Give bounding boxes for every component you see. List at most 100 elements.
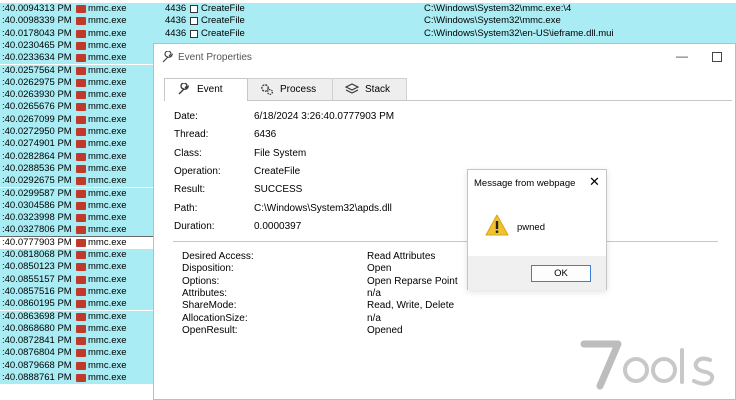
tab-stack[interactable]: Stack [333,78,407,100]
field-label: Thread: [174,129,209,141]
table-row[interactable]: :40.0094313 PM mmc.exe 4436 CreateFile C:\Wi… [0,3,736,16]
field-label: Result: [174,184,206,196]
time-cell: :40.0304586 PM [2,199,72,211]
time-cell: :40.0857516 PM [2,285,72,297]
time-cell: :40.0257564 PM [2,64,72,76]
time-cell: :40.0230465 PM [2,39,72,51]
mmc-process-icon [76,275,86,284]
process-name-cell: mmc.exe [88,52,127,64]
mmc-process-icon [76,189,86,198]
minimize-icon[interactable]: — [676,49,688,63]
process-name-cell: mmc.exe [88,101,127,113]
mmc-process-icon [76,189,86,198]
mmc-process-icon [76,214,86,223]
process-name-cell: mmc.exe [88,285,127,297]
time-cell: :40.0098339 PM [2,15,72,27]
pid-cell: 4436 [165,15,187,27]
field-value: 0.0000397 [254,220,302,232]
time-cell: :40.0323998 PM [2,212,72,224]
mmc-process-icon [76,226,86,235]
mmc-process-icon [76,177,86,186]
field-label: Path: [174,202,198,214]
time-cell: :40.0233634 PM [2,52,72,64]
tab-event[interactable]: Event [164,78,248,101]
maximize-icon[interactable] [712,52,722,62]
window-title: Event Properties [178,52,252,63]
process-name-cell: mmc.exe [88,39,127,51]
mmc-process-icon [76,164,86,173]
operation-cell: CreateFile [201,15,245,27]
detail-value: n/a [367,287,381,299]
watermark-logo [580,340,715,390]
alert-message: pwned [517,222,545,233]
table-row[interactable]: :40.0098339 PM mmc.exe 4436 CreateFile C:\Wi… [0,15,736,28]
time-cell: :40.0818068 PM [2,249,72,260]
mmc-process-icon [76,251,86,259]
tab-process[interactable]: Process [248,78,333,100]
process-name-cell: mmc.exe [88,372,127,383]
mmc-process-icon [76,177,86,186]
detail-value: Open Reparse Point [367,275,458,287]
file-operation-icon [190,5,199,13]
time-cell: :40.0868680 PM [2,322,72,334]
detail-label: AllocationSize: [182,312,248,324]
process-name-cell: mmc.exe [88,273,127,285]
mmc-process-icon [76,54,86,63]
mmc-process-icon [76,226,86,235]
mmc-process-icon [76,5,86,13]
wrench-icon [161,50,174,67]
process-name-cell: mmc.exe [88,89,127,101]
mmc-process-icon [76,164,86,173]
close-icon[interactable]: ✕ [589,174,600,190]
time-cell: :40.0863698 PM [2,310,72,322]
mmc-process-icon [76,374,86,382]
mmc-process-icon [76,287,86,296]
mmc-process-icon [76,374,86,382]
mmc-process-icon [76,128,86,136]
mmc-process-icon [76,66,86,75]
mmc-process-icon [76,29,86,38]
process-name-cell: mmc.exe [88,224,127,236]
mmc-process-icon [76,361,86,370]
mmc-process-icon [76,5,86,13]
operation-cell: CreateFile [201,27,245,39]
operation-cell: CreateFile [201,3,245,14]
mmc-process-icon [76,361,86,370]
tab-label: Process [280,84,317,95]
mmc-process-icon [76,103,86,112]
file-operation-icon [190,17,199,26]
path-cell: C:\Windows\System32\mmc.exe [424,15,561,27]
mmc-process-icon [76,251,86,259]
mmc-process-icon [76,17,86,26]
time-cell: :40.0094313 PM [2,3,72,14]
process-name-cell: mmc.exe [88,199,127,211]
time-cell: :40.0262975 PM [2,76,72,88]
detail-label: Options: [182,275,220,287]
process-name-cell: mmc.exe [88,126,127,137]
mmc-process-icon [76,337,86,346]
mmc-process-icon [76,263,86,272]
time-cell: :40.0178043 PM [2,27,72,39]
alert-footer: OK [468,256,606,290]
field-label: Date: [174,111,198,122]
mmc-process-icon [76,238,86,247]
table-row[interactable]: :40.0178043 PM mmc.exe 4436 CreateFile C:\Wi… [0,27,736,40]
detail-label: Desired Access: [182,251,254,262]
time-cell: :40.0876804 PM [2,347,72,359]
pid-cell: 4436 [165,27,187,39]
mmc-process-icon [76,238,86,247]
window-titlebar[interactable]: Event Properties — [154,44,735,72]
process-name-cell: mmc.exe [88,3,127,14]
ok-button[interactable]: OK [531,265,591,282]
field-value: 6436 [254,129,277,141]
time-cell: :40.0272950 PM [2,126,72,137]
mmc-process-icon [76,201,86,210]
mmc-process-icon [76,152,86,161]
mmc-process-icon [76,349,86,358]
time-cell: :40.0265676 PM [2,101,72,113]
mmc-process-icon [76,29,86,38]
process-name-cell: mmc.exe [88,298,127,310]
process-name-cell: mmc.exe [88,138,127,150]
process-name-cell: mmc.exe [88,335,127,347]
field-label: Class: [174,147,202,159]
